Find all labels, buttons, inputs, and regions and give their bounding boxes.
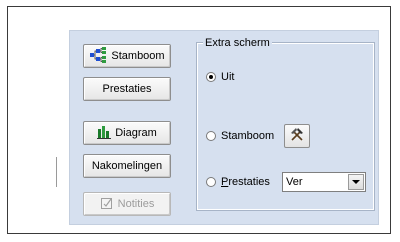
stamboom-button-label: Stamboom [111,50,165,62]
chevron-down-icon[interactable] [348,174,364,190]
prestaties-select-value: Ver [286,176,303,188]
nakomelingen-button[interactable]: Nakomelingen [83,154,171,178]
prestaties-button[interactable]: Prestaties [83,77,171,101]
hammer-pick-icon [289,127,305,146]
note-icon [100,196,114,213]
nakomelingen-button-label: Nakomelingen [91,160,163,172]
diagram-button[interactable]: Diagram [83,121,171,145]
radio-uit-label: Uit [221,71,235,83]
pedigree-tree-icon [89,46,107,66]
radio-stamboom-label: Stamboom [221,130,275,142]
stamboom-tool-button[interactable] [284,124,310,148]
group-title: Extra scherm [203,37,272,49]
outer-frame: Stamboom Prestaties Diagram Nakomelingen [7,6,391,234]
radio-prestaties-label: Prestaties [221,176,270,188]
prestaties-select[interactable]: Ver [282,172,366,192]
notities-button[interactable]: Notities [83,192,171,216]
radio-uit[interactable]: Uit [206,71,234,83]
divider [56,157,57,187]
options-panel: Stamboom Prestaties Diagram Nakomelingen [69,30,379,225]
diagram-button-label: Diagram [115,127,157,139]
radio-prestaties[interactable]: Prestaties [206,176,270,188]
radio-prestaties-indicator[interactable] [206,177,216,187]
radio-stamboom[interactable]: Stamboom [206,130,274,142]
radio-uit-indicator[interactable] [206,72,216,82]
extra-scherm-group: Extra scherm Uit Stamboom Prestaties Ver [197,37,374,210]
bar-chart-icon [97,125,112,142]
notities-button-label: Notities [117,198,155,210]
stamboom-button[interactable]: Stamboom [83,44,171,68]
radio-stamboom-indicator[interactable] [206,131,216,141]
prestaties-button-label: Prestaties [102,83,152,95]
